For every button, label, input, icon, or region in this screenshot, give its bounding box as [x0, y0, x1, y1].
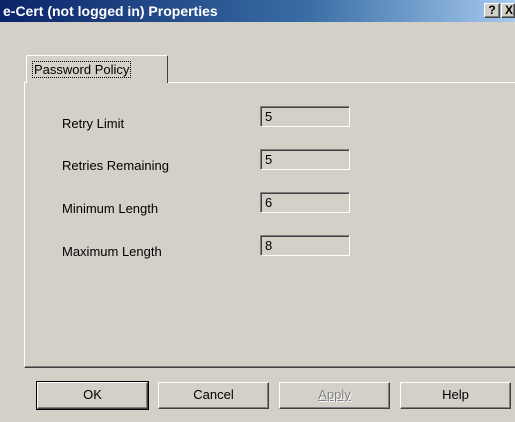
cancel-button[interactable]: Cancel	[158, 382, 269, 409]
apply-button[interactable]: Apply	[279, 382, 390, 409]
help-icon[interactable]: ?	[484, 3, 500, 18]
retries-remaining-field[interactable]: 5	[260, 149, 350, 170]
tab-password-policy[interactable]: Password Policy	[26, 55, 168, 83]
minimum-length-field[interactable]: 6	[260, 192, 350, 213]
minimum-length-label: Minimum Length	[62, 201, 159, 216]
tab-label: Password Policy	[32, 61, 132, 78]
close-icon[interactable]: X	[501, 3, 515, 18]
retry-limit-field[interactable]: 5	[260, 106, 350, 127]
help-button[interactable]: Help	[400, 382, 511, 409]
window-title: e-Cert (not logged in) Properties	[3, 3, 218, 19]
maximum-length-field[interactable]: 8	[260, 235, 350, 256]
retries-remaining-label: Retries Remaining	[62, 158, 169, 173]
apply-label: Apply	[318, 387, 351, 402]
maximum-length-label: Maximum Length	[62, 244, 162, 259]
ok-button[interactable]: OK	[36, 381, 149, 410]
retry-limit-label: Retry Limit	[62, 116, 125, 131]
title-bar[interactable]: e-Cert (not logged in) Properties ? X	[0, 0, 515, 22]
